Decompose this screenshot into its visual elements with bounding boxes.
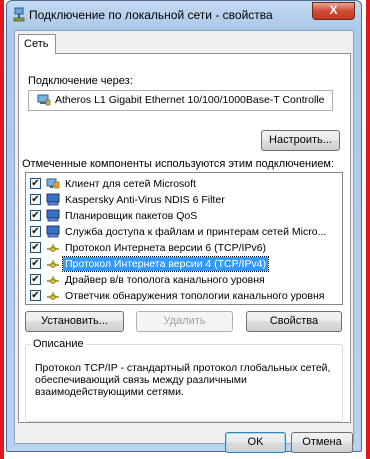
- component-checkbox[interactable]: ✔: [30, 258, 41, 269]
- component-checkbox[interactable]: ✔: [30, 210, 41, 221]
- component-checkbox[interactable]: ✔: [30, 290, 41, 301]
- protocol-icon: [47, 292, 59, 300]
- service-icon: [46, 209, 60, 222]
- install-button[interactable]: Установить...: [25, 311, 124, 332]
- component-item[interactable]: ✔ Протокол Интернета версии 6 (TCP/IPv6): [26, 241, 342, 256]
- ok-button[interactable]: OK: [225, 432, 286, 453]
- component-checkbox[interactable]: ✔: [30, 274, 41, 285]
- window-title: Подключение по локальной сети - свойства: [29, 8, 273, 22]
- connect-using-label: Подключение через:: [28, 75, 133, 87]
- properties-dialog: Подключение по локальной сети - свойства…: [6, 0, 362, 453]
- right-red-edge: [366, 0, 370, 459]
- description-group: Описание Протокол TCP/IP - стандартный п…: [25, 338, 343, 422]
- close-button[interactable]: X: [312, 2, 355, 20]
- component-item[interactable]: ✔ Драйвер в/в тополога канального уровня: [26, 273, 342, 288]
- tab-panel: Подключение через: Atheros L1 Gigabit Et…: [18, 53, 351, 423]
- component-item[interactable]: ✔ Протокол Интернета версии 4 (TCP/IPv4): [26, 256, 342, 272]
- left-red-edge: [0, 0, 4, 459]
- component-item[interactable]: ✔ Служба доступа к файлам и принтерам сет…: [26, 225, 342, 240]
- component-item[interactable]: ✔ Клиент для сетей Microsoft: [26, 177, 342, 192]
- network-client-icon: [46, 178, 60, 189]
- component-label: Протокол Интернета версии 6 (TCP/IPv6): [65, 242, 267, 254]
- protocol-icon: [47, 244, 59, 252]
- network-adapter-icon: [13, 7, 25, 22]
- component-item[interactable]: ✔ Ответчик обнаружения топологии канально…: [26, 289, 342, 304]
- component-label: Ответчик обнаружения топологии канальног…: [65, 290, 325, 302]
- description-label: Описание: [31, 338, 86, 350]
- component-item[interactable]: ✔ Kaspersky Anti-Virus NDIS 6 Filter: [26, 193, 342, 208]
- uninstall-button[interactable]: Удалить: [136, 311, 233, 332]
- component-checkbox[interactable]: ✔: [30, 194, 41, 205]
- tab-network[interactable]: Сеть: [18, 34, 56, 54]
- component-checkbox[interactable]: ✔: [30, 242, 41, 253]
- components-list[interactable]: ✔ Клиент для сетей Microsoft ✔ Kaspersky An…: [25, 172, 343, 305]
- title-bar[interactable]: Подключение по локальной сети - свойства…: [7, 1, 361, 29]
- service-icon: [46, 225, 60, 238]
- adapter-name: Atheros L1 Gigabit Ethernet 10/100/1000B…: [55, 94, 325, 106]
- component-label: Драйвер в/в тополога канального уровня: [65, 274, 265, 286]
- configure-button[interactable]: Настроить...: [261, 130, 340, 151]
- protocol-icon: [47, 260, 59, 268]
- component-label: Протокол Интернета версии 4 (TCP/IPv4): [61, 256, 270, 272]
- protocol-icon: [47, 276, 59, 284]
- component-checkbox[interactable]: ✔: [30, 226, 41, 237]
- network-adapter-icon: [37, 94, 51, 106]
- component-label: Клиент для сетей Microsoft: [65, 178, 196, 190]
- component-label: Служба доступа к файлам и принтерам сете…: [65, 226, 327, 238]
- component-label: Kaspersky Anti-Virus NDIS 6 Filter: [65, 194, 225, 206]
- dialog-client-area: Сеть Подключение через: Atheros L1 Gigab…: [14, 30, 354, 453]
- components-label: Отмеченные компоненты используются этим …: [22, 158, 335, 170]
- component-checkbox[interactable]: ✔: [30, 178, 41, 189]
- adapter-field[interactable]: Atheros L1 Gigabit Ethernet 10/100/1000B…: [28, 90, 333, 111]
- component-item[interactable]: ✔ Планировщик пакетов QoS: [26, 209, 342, 224]
- component-label: Планировщик пакетов QoS: [65, 210, 198, 222]
- description-text: Протокол TCP/IP - стандартный протокол г…: [35, 362, 331, 398]
- service-icon: [46, 193, 60, 206]
- cancel-button[interactable]: Отмена: [291, 432, 353, 453]
- properties-button[interactable]: Свойства: [246, 311, 342, 332]
